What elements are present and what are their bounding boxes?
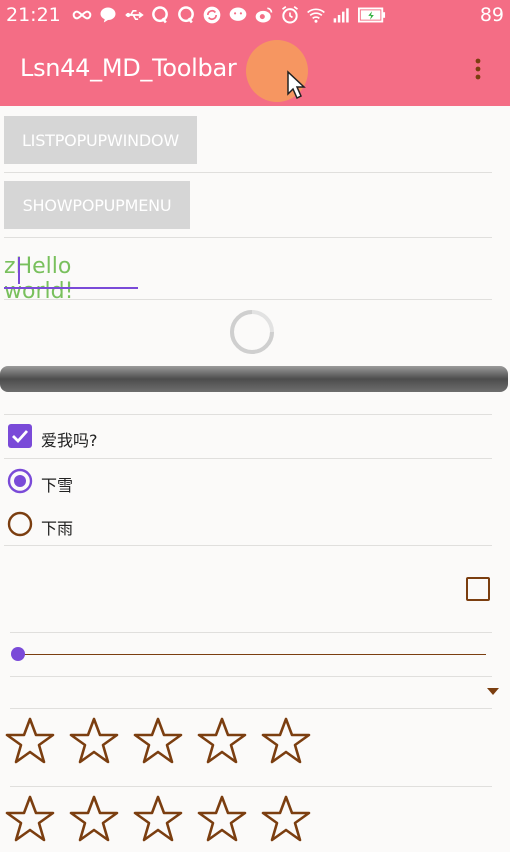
weibo-icon bbox=[255, 7, 273, 23]
unchecked-checkbox[interactable] bbox=[466, 577, 490, 601]
signal-icon bbox=[333, 8, 349, 23]
radio-snow-label: 下雪 bbox=[41, 476, 74, 495]
edit-text-content: zHello world! bbox=[4, 254, 138, 304]
divider bbox=[4, 299, 492, 300]
status-icons bbox=[72, 5, 386, 25]
dropdown-arrow-icon bbox=[487, 688, 499, 695]
alarm-icon bbox=[282, 6, 298, 24]
love-checkbox-label: 爱我吗? bbox=[41, 431, 98, 450]
star-icon[interactable] bbox=[132, 794, 196, 846]
qq-icon bbox=[178, 6, 194, 24]
radio-rain-label: 下雨 bbox=[41, 519, 74, 538]
showpopupmenu-button[interactable]: SHOWPOPUPMENU bbox=[4, 181, 190, 229]
star-icon[interactable] bbox=[4, 794, 68, 846]
love-checkbox[interactable] bbox=[8, 424, 32, 448]
star-icon[interactable] bbox=[260, 794, 324, 846]
wifi-icon bbox=[307, 8, 325, 23]
toolbar-title: Lsn44_MD_Toolbar bbox=[20, 54, 237, 82]
status-time: 21:21 bbox=[6, 4, 61, 26]
rating-bar-2[interactable] bbox=[4, 794, 324, 846]
divider bbox=[4, 414, 492, 415]
spinner[interactable] bbox=[10, 680, 500, 704]
sync-icon bbox=[203, 6, 221, 24]
star-icon[interactable] bbox=[196, 794, 260, 846]
edit-text-underline bbox=[4, 287, 138, 289]
divider bbox=[4, 237, 492, 238]
listpopupwindow-button[interactable]: LISTPOPUPWINDOW bbox=[4, 116, 197, 164]
battery-level: 89 bbox=[479, 4, 504, 26]
mouse-cursor-icon bbox=[287, 70, 306, 100]
radio-rain[interactable] bbox=[7, 511, 33, 537]
star-icon[interactable] bbox=[196, 716, 260, 768]
seekbar-thumb[interactable] bbox=[11, 647, 25, 661]
star-icon[interactable] bbox=[260, 716, 324, 768]
divider bbox=[10, 786, 492, 787]
circular-progress bbox=[230, 310, 274, 354]
divider bbox=[4, 458, 492, 459]
qq-icon bbox=[152, 6, 168, 24]
edit-text-prefix: z bbox=[4, 254, 16, 279]
status-bar: 21:21 89 bbox=[0, 0, 510, 34]
radio-snow[interactable] bbox=[7, 468, 33, 494]
divider bbox=[10, 632, 492, 633]
divider bbox=[4, 545, 492, 546]
hello-edit-text[interactable]: zHello world! bbox=[4, 254, 138, 304]
usb-icon bbox=[125, 10, 144, 20]
star-icon[interactable] bbox=[68, 716, 132, 768]
star-icon[interactable] bbox=[132, 716, 196, 768]
overflow-menu-icon[interactable] bbox=[468, 54, 488, 84]
divider bbox=[10, 676, 492, 677]
divider bbox=[10, 708, 492, 709]
toolbar: Lsn44_MD_Toolbar bbox=[0, 34, 510, 106]
chat-icon bbox=[100, 7, 116, 23]
infinity-icon bbox=[72, 10, 92, 20]
rating-bar-1[interactable] bbox=[4, 716, 324, 768]
wechat-icon bbox=[229, 7, 247, 21]
text-caret bbox=[18, 257, 20, 284]
check-icon bbox=[12, 430, 29, 444]
star-icon[interactable] bbox=[68, 794, 132, 846]
seekbar-track[interactable] bbox=[18, 654, 486, 655]
battery-icon bbox=[358, 7, 386, 23]
star-icon[interactable] bbox=[4, 716, 68, 768]
divider bbox=[4, 172, 492, 173]
horizontal-progress-bar bbox=[0, 366, 508, 392]
